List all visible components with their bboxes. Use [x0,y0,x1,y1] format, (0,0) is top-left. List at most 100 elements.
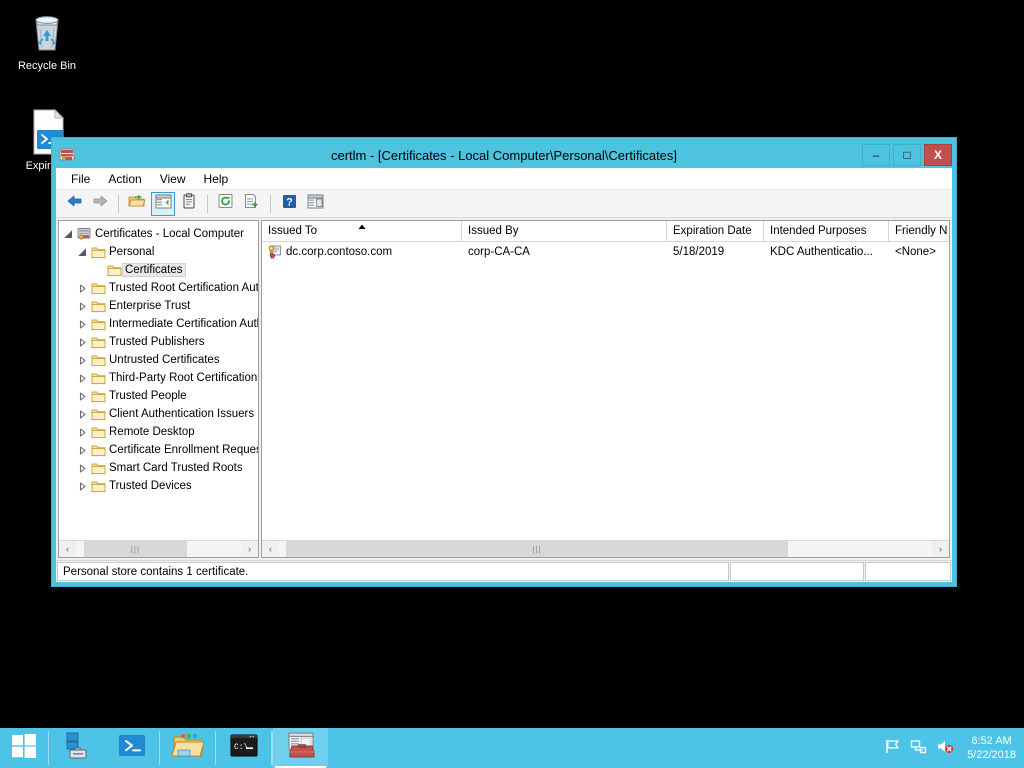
tree-node-client-authentication-issuers[interactable]: Client Authentication Issuers [61,405,258,423]
tree-scroll-thumb[interactable]: ||| [84,541,186,557]
tree-scroll-left-button[interactable]: ‹ [59,541,76,557]
tree-node-label: Smart Card Trusted Roots [107,462,245,474]
network-icon[interactable] [910,738,927,758]
list-scroll-thumb[interactable]: ||| [286,541,789,557]
window-titlebar[interactable]: certlm - [Certificates - Local Computer\… [56,142,952,168]
cell-issued-to: dc.corp.contoso.com [262,245,462,259]
column-header-label: Intended Purposes [770,225,867,237]
toolbar[interactable]: ? [56,190,952,218]
export-list-icon [244,193,260,214]
expand-triangle-icon[interactable] [75,338,89,347]
tree-node-personal[interactable]: Personal [61,243,258,261]
column-header-issued-by[interactable]: Issued By [462,221,667,241]
collapse-triangle-icon[interactable] [75,248,89,257]
tree-node-certificates[interactable]: Certificates [61,261,258,279]
tree-node-third-party-root-certification-authorities[interactable]: Third-Party Root Certification Authoriti… [61,369,258,387]
menu-file[interactable]: File [62,169,99,189]
expand-triangle-icon[interactable] [75,446,89,455]
taskbar-file-explorer[interactable] [160,728,215,768]
list-scroll-left-button[interactable]: ‹ [262,541,279,557]
certificate-list-pane[interactable]: Issued ToIssued ByExpiration Date Intende… [261,220,950,558]
refresh-button[interactable] [214,192,238,216]
tree-node-label: Trusted Root Certification Authorities [107,282,258,294]
tree-node-trusted-publishers[interactable]: Trusted Publishers [61,333,258,351]
taskbar-command-prompt[interactable]: C:\ [216,728,271,768]
menu-bar[interactable]: File Action View Help [56,168,952,190]
export-list-button[interactable] [240,192,264,216]
console-tree-icon [155,194,172,214]
tree-scroll-track[interactable]: ||| [76,541,241,557]
folder-icon [89,336,107,349]
tree-node-label: Certificates - Local Computer [93,228,246,240]
tree-node-untrusted-certificates[interactable]: Untrusted Certificates [61,351,258,369]
column-header-friendly-n[interactable]: Friendly N [889,221,950,241]
taskbar-server-manager[interactable] [49,728,104,768]
cell-text: dc.corp.contoso.com [286,246,392,258]
maximize-button[interactable]: □ [893,144,921,166]
properties-button[interactable] [177,192,201,216]
certificate-row[interactable]: dc.corp.contoso.comcorp-CA-CA5/18/2019KD… [262,242,949,262]
tree-node-certificate-enrollment-requests[interactable]: Certificate Enrollment Requests [61,441,258,459]
expand-triangle-icon[interactable] [75,284,89,293]
start-button[interactable] [0,728,48,768]
tree-node-smart-card-trusted-roots[interactable]: Smart Card Trusted Roots [61,459,258,477]
taskbar-powershell[interactable] [104,728,159,768]
action-center-flag-icon[interactable] [884,738,901,758]
certificate-list-body[interactable]: dc.corp.contoso.comcorp-CA-CA5/18/2019KD… [262,242,949,540]
certlm-window[interactable]: certlm - [Certificates - Local Computer\… [52,138,956,586]
expand-triangle-icon[interactable] [75,410,89,419]
help-button[interactable]: ? [277,192,301,216]
sort-ascending-icon [357,223,366,232]
taskbar[interactable]: C:\ [0,728,1024,768]
tree-node-trusted-devices[interactable]: Trusted Devices [61,477,258,495]
tree-node-enterprise-trust[interactable]: Enterprise Trust [61,297,258,315]
column-header-issued-to[interactable]: Issued To [262,221,462,241]
collapse-triangle-icon[interactable] [61,230,75,239]
tree-node-intermediate-certification-authorities[interactable]: Intermediate Certification Authorities [61,315,258,333]
column-header-label: Friendly N [895,225,947,237]
certificate-store-tree[interactable]: Certificates - Local ComputerPersonalCer… [59,221,258,540]
view-options-button[interactable] [303,192,327,216]
list-scroll-right-button[interactable]: › [932,541,949,557]
console-tree-pane[interactable]: Certificates - Local ComputerPersonalCer… [58,220,259,558]
system-tray[interactable]: 6:52 AM 5/22/2018 [884,728,1024,768]
menu-view[interactable]: View [151,169,195,189]
desktop[interactable]: Recycle Bin ExpireTe [0,0,1024,728]
expand-triangle-icon[interactable] [75,428,89,437]
up-folder-button[interactable] [125,192,149,216]
taskbar-certlm[interactable] [273,728,328,768]
expand-triangle-icon[interactable] [75,482,89,491]
show-hide-tree-button[interactable] [151,192,175,216]
window-controls[interactable]: – □ X [862,144,952,166]
volume-muted-icon[interactable] [936,738,954,758]
expand-triangle-icon[interactable] [75,356,89,365]
view-pane-icon [307,194,324,214]
expand-triangle-icon[interactable] [75,392,89,401]
tree-node-remote-desktop[interactable]: Remote Desktop [61,423,258,441]
menu-help[interactable]: Help [195,169,238,189]
menu-action[interactable]: Action [99,169,150,189]
tree-scroll-right-button[interactable]: › [241,541,258,557]
back-button[interactable] [62,192,86,216]
column-header-intended-purposes[interactable]: Intended Purposes [764,221,889,241]
column-header-expiration-date[interactable]: Expiration Date [667,221,764,241]
list-scroll-track[interactable]: ||| [279,541,932,557]
expand-triangle-icon[interactable] [75,464,89,473]
expand-triangle-icon[interactable] [75,302,89,311]
tree-node-trusted-people[interactable]: Trusted People [61,387,258,405]
tree-horizontal-scrollbar[interactable]: ‹ ||| › [59,540,258,557]
desktop-icon-recycle-bin[interactable]: Recycle Bin [8,8,86,73]
list-column-headers[interactable]: Issued ToIssued ByExpiration Date Intende… [262,221,949,242]
list-horizontal-scrollbar[interactable]: ‹ ||| › [262,540,949,557]
expand-triangle-icon[interactable] [75,320,89,329]
clock-time: 6:52 AM [967,734,1016,748]
clock[interactable]: 6:52 AM 5/22/2018 [963,734,1016,762]
folder-icon [89,300,107,313]
expand-triangle-icon[interactable] [75,374,89,383]
tree-node-certificates-local-computer[interactable]: Certificates - Local Computer [61,225,258,243]
close-button[interactable]: X [924,144,952,166]
forward-button[interactable] [88,192,112,216]
panes-container: Certificates - Local ComputerPersonalCer… [56,218,952,558]
minimize-button[interactable]: – [862,144,890,166]
tree-node-trusted-root-certification-authorities[interactable]: Trusted Root Certification Authorities [61,279,258,297]
